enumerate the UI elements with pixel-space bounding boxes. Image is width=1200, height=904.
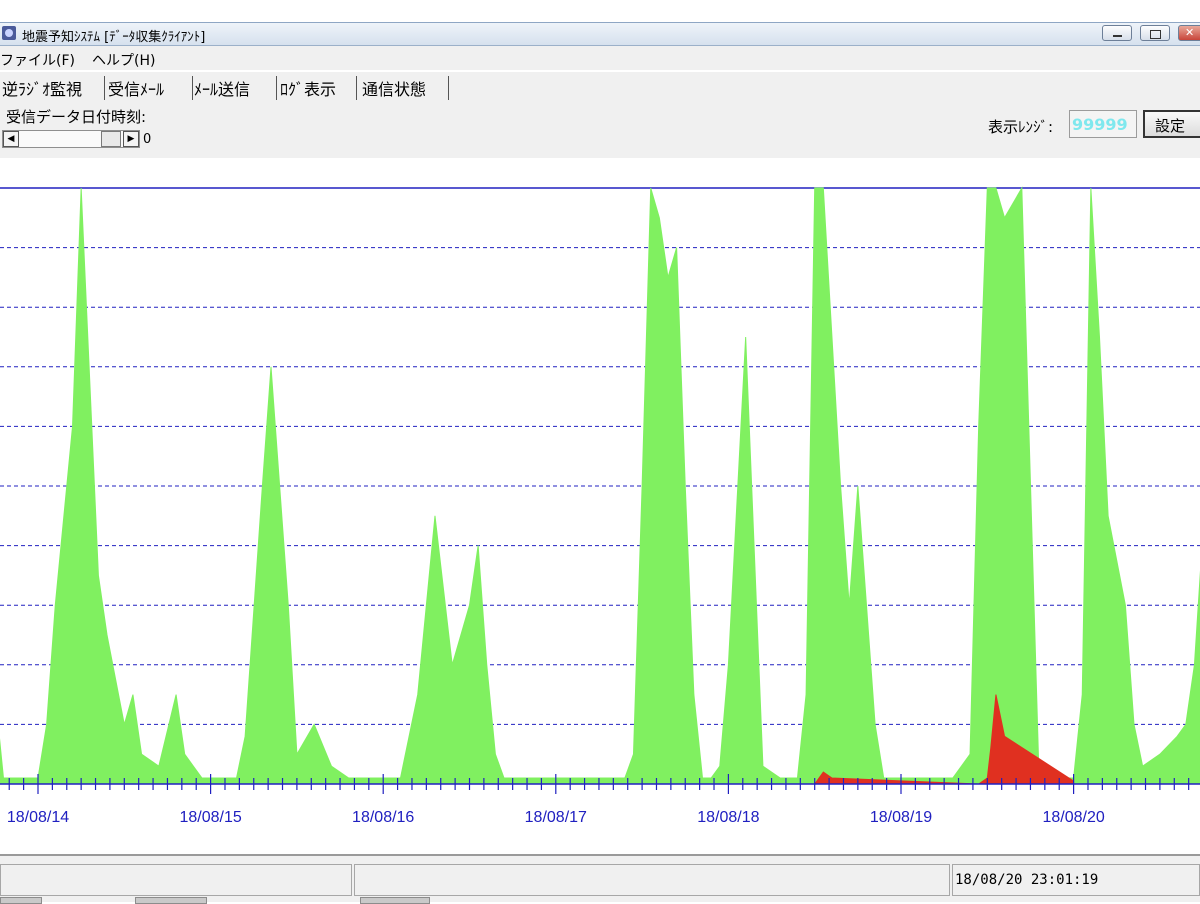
status-pane-2	[354, 864, 950, 896]
app-icon	[2, 26, 16, 40]
datetime-scrollbar[interactable]: ◀ ▶	[2, 130, 140, 148]
menu-file[interactable]: ファイル(F)	[0, 50, 75, 70]
tab-reverse-radio-monitor[interactable]: 逆ﾗｼﾞｵ監視	[0, 76, 105, 100]
scroll-value: 0	[143, 132, 152, 147]
taskbar-edge	[0, 897, 42, 904]
taskbar-edge	[135, 897, 207, 904]
x-tick-label: 18/08/19	[870, 809, 932, 826]
x-tick-label: 18/08/17	[525, 809, 587, 826]
received-datetime-label: 受信データ日付時刻:	[6, 108, 147, 126]
x-tick-label: 18/08/18	[697, 809, 759, 826]
tab-connection-status[interactable]: 通信状態	[360, 76, 449, 100]
signal-series-area	[0, 186, 1200, 785]
close-button[interactable]	[1178, 25, 1200, 41]
window-title: 地震予知ｼｽﾃﾑ [ﾃﾞｰﾀ収集ｸﾗｲｱﾝﾄ]	[22, 30, 206, 45]
display-range-input[interactable]	[1069, 110, 1137, 138]
x-tick-label: 18/08/15	[179, 809, 241, 826]
status-bar: 18/08/20 23:01:19	[0, 854, 1200, 904]
signal-chart-area: 18/08/14 18/08/15 18/08/16 18/08/17 18/08/18…	[0, 158, 1200, 854]
x-tick-label: 18/08/20	[1042, 809, 1104, 826]
scroll-thumb[interactable]	[101, 131, 121, 147]
tab-received-mail[interactable]: 受信ﾒｰﾙ	[106, 76, 193, 100]
x-tick-label: 18/08/14	[7, 809, 69, 826]
tab-log-display[interactable]: ﾛｸﾞ表示	[278, 76, 357, 100]
scroll-left-arrow-icon[interactable]: ◀	[3, 131, 19, 147]
title-bar: 地震予知ｼｽﾃﾑ [ﾃﾞｰﾀ収集ｸﾗｲｱﾝﾄ]	[0, 22, 1200, 46]
tab-send-mail[interactable]: ﾒｰﾙ送信	[192, 76, 277, 100]
maximize-button[interactable]	[1140, 25, 1170, 41]
menu-bar: ファイル(F) ヘルプ(H)	[0, 46, 1200, 70]
set-button[interactable]: 設定	[1143, 110, 1200, 138]
signal-chart: 18/08/14 18/08/15 18/08/16 18/08/17 18/08/18…	[0, 186, 1200, 826]
taskbar-edge	[360, 897, 430, 904]
menu-help[interactable]: ヘルプ(H)	[92, 50, 155, 70]
x-tick-label: 18/08/16	[352, 809, 414, 826]
status-timestamp: 18/08/20 23:01:19	[955, 872, 1099, 888]
tab-bar: 逆ﾗｼﾞｵ監視 受信ﾒｰﾙ ﾒｰﾙ送信 ﾛｸﾞ表示 通信状態	[0, 72, 1200, 103]
scroll-right-arrow-icon[interactable]: ▶	[123, 131, 139, 147]
status-pane-1	[0, 864, 352, 896]
minimize-button[interactable]	[1102, 25, 1132, 41]
display-range-label: 表示ﾚﾝｼﾞ:	[988, 118, 1054, 136]
control-panel: 受信データ日付時刻: ◀ ▶ 0 表示ﾚﾝｼﾞ: 設定	[0, 102, 1200, 158]
